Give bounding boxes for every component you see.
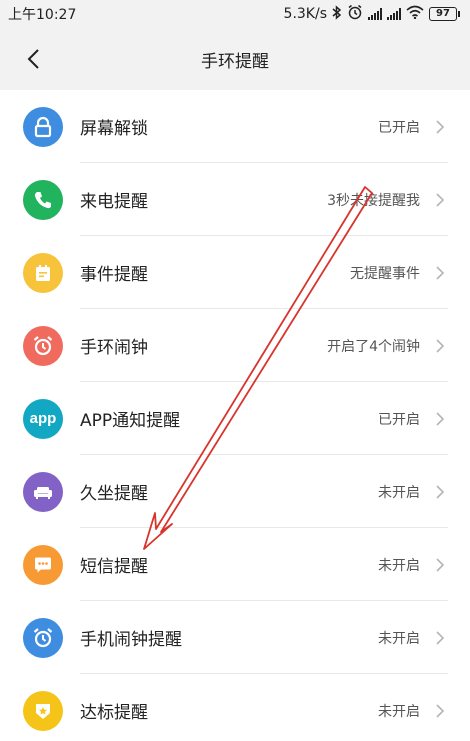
battery-tip: [458, 11, 460, 17]
item-value: 未开启: [378, 484, 420, 501]
signal-icon: [368, 8, 382, 20]
item-label: APP通知提醒: [80, 411, 181, 431]
chevron-right-icon: [436, 411, 445, 426]
item-label: 久坐提醒: [80, 484, 148, 504]
message-icon: [23, 544, 63, 585]
network-speed: 5.3K/s: [283, 6, 327, 22]
alarm-icon: [347, 4, 363, 24]
item-value: 未开启: [378, 703, 420, 720]
item-label: 达标提醒: [80, 703, 148, 723]
list-item-sedentary-reminder[interactable]: 久坐提醒 未开启: [0, 455, 470, 528]
list-item-goal-reminder[interactable]: 达标提醒 未开启: [0, 674, 470, 741]
list-item-band-alarm[interactable]: 手环闹钟 开启了4个闹钟: [0, 309, 470, 382]
back-button[interactable]: [22, 46, 48, 72]
list-item-sms-reminder[interactable]: 短信提醒 未开启: [0, 528, 470, 601]
list-item-call-reminder[interactable]: 来电提醒 3秒未接提醒我: [0, 163, 470, 236]
calendar-icon: [23, 252, 63, 293]
list-item-event-reminder[interactable]: 事件提醒 无提醒事件: [0, 236, 470, 309]
item-value: 开启了4个闹钟: [327, 338, 420, 355]
lock-icon: [23, 106, 63, 147]
list-item-phone-alarm-reminder[interactable]: 手机闹钟提醒 未开启: [0, 601, 470, 674]
bluetooth-icon: [332, 4, 342, 24]
list-item-screen-unlock[interactable]: 屏幕解锁 已开启: [0, 90, 470, 163]
chevron-left-icon: [27, 49, 39, 69]
alarm-clock-icon: [23, 325, 63, 366]
chevron-right-icon: [436, 338, 445, 353]
item-value: 无提醒事件: [350, 265, 420, 282]
signal-icon-2: [387, 8, 401, 20]
app-icon-text: app: [29, 410, 57, 427]
phone-icon: [23, 179, 63, 220]
battery-icon: 97: [429, 7, 460, 21]
nav-bar: 手环提醒: [0, 28, 470, 90]
sofa-icon: [23, 471, 63, 512]
item-value: 已开启: [378, 411, 420, 428]
badge-icon: [23, 690, 63, 731]
item-value: 未开启: [378, 557, 420, 574]
item-label: 短信提醒: [80, 557, 148, 577]
chevron-right-icon: [436, 484, 445, 499]
item-value: 未开启: [378, 630, 420, 647]
chevron-right-icon: [436, 119, 445, 134]
item-label: 屏幕解锁: [80, 119, 148, 139]
item-label: 事件提醒: [80, 265, 148, 285]
chevron-right-icon: [436, 265, 445, 280]
item-value: 已开启: [378, 119, 420, 136]
wifi-icon: [406, 5, 424, 23]
chevron-right-icon: [436, 557, 445, 572]
reminder-list: 屏幕解锁 已开启 来电提醒 3秒未接提醒我 事件提醒 无提醒事件 手环闹钟 开启…: [0, 90, 470, 741]
chevron-right-icon: [436, 192, 445, 207]
item-label: 来电提醒: [80, 192, 148, 212]
status-bar: 上午10:27 5.3K/s 97: [0, 0, 470, 28]
app-icon: app: [23, 398, 63, 439]
battery-level: 97: [429, 7, 457, 21]
chevron-right-icon: [436, 703, 445, 718]
item-label: 手环闹钟: [80, 338, 148, 358]
status-icons: 5.3K/s 97: [284, 4, 460, 24]
alarm-clock-icon: [23, 617, 63, 658]
list-item-app-notification[interactable]: app APP通知提醒 已开启: [0, 382, 470, 455]
page-title: 手环提醒: [201, 51, 269, 72]
item-value: 3秒未接提醒我: [327, 192, 420, 209]
chevron-right-icon: [436, 630, 445, 645]
status-time: 上午10:27: [8, 7, 77, 23]
item-label: 手机闹钟提醒: [80, 630, 182, 650]
